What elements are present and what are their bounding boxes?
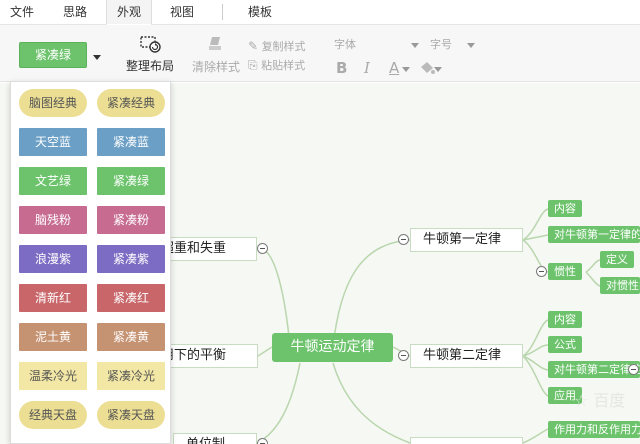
- topic-newton-first-law[interactable]: 牛顿第一定律: [410, 228, 523, 252]
- clear-style-label: 清除样式: [191, 60, 240, 74]
- menu-idea[interactable]: 思路: [52, 0, 98, 25]
- theme-option[interactable]: 紧凑红: [97, 284, 165, 312]
- brush-icon: ✎: [248, 39, 259, 53]
- topic-unit-system[interactable]: 单位制: [173, 433, 257, 444]
- theme-option[interactable]: 泥土黄: [19, 323, 87, 351]
- eraser-icon: [209, 37, 221, 50]
- paste-style-label: 粘贴样式: [261, 59, 306, 72]
- theme-dropdown: 脑图经典 紧凑经典 天空蓝 紧凑蓝 文艺绿 紧凑绿 脑残粉 紧凑粉 浪漫紫 紧凑紫 清新红 紧凑红 泥土…: [10, 81, 171, 444]
- theme-option[interactable]: 温柔冷光: [19, 362, 87, 390]
- theme-option[interactable]: 紧凑天盘: [97, 401, 165, 429]
- font-color-button[interactable]: A: [389, 59, 399, 77]
- theme-button[interactable]: 紧凑绿: [19, 42, 87, 68]
- leaf-content[interactable]: 内容: [548, 311, 582, 328]
- root-topic[interactable]: 牛顿运动定律: [272, 333, 393, 362]
- leaf-understanding[interactable]: 对牛顿第一定律的: [548, 226, 640, 243]
- font-color-chevron-icon[interactable]: [402, 67, 410, 72]
- theme-option[interactable]: 天空蓝: [19, 128, 87, 156]
- bold-button[interactable]: B: [336, 59, 347, 77]
- collapse-toggle-icon[interactable]: [398, 350, 409, 361]
- theme-option[interactable]: 清新红: [19, 284, 87, 312]
- leaf-action-reaction[interactable]: 作用力和反作用力: [548, 421, 640, 438]
- collapse-toggle-icon[interactable]: [257, 438, 268, 444]
- menu-divider: [222, 4, 223, 20]
- leaf-inertia[interactable]: 惯性: [548, 263, 582, 280]
- theme-option[interactable]: 紧凑蓝: [97, 128, 165, 156]
- leaf-content[interactable]: 内容: [548, 200, 582, 217]
- font-size-chevron-icon[interactable]: [467, 43, 475, 48]
- paste-icon: ⎘: [248, 58, 258, 72]
- collapse-toggle-icon[interactable]: [257, 243, 268, 254]
- leaf-inertia-understanding[interactable]: 对惯性的: [600, 277, 640, 294]
- paste-style-button[interactable]: ⎘ 粘贴样式: [248, 57, 305, 73]
- leaf-understanding[interactable]: 对牛顿第二定律的: [548, 361, 640, 378]
- collapse-toggle-icon[interactable]: [536, 266, 547, 277]
- italic-button[interactable]: I: [364, 59, 370, 77]
- menu-file[interactable]: 文件: [0, 0, 44, 25]
- menu-view[interactable]: 视图: [160, 0, 204, 25]
- font-family-chevron-icon[interactable]: [411, 43, 419, 48]
- theme-option[interactable]: 脑残粉: [19, 206, 87, 234]
- organize-layout-label: 整理布局: [125, 59, 174, 73]
- theme-option[interactable]: 脑图经典: [19, 89, 87, 117]
- collapse-toggle-icon[interactable]: [398, 234, 409, 245]
- font-family-select[interactable]: 字体: [334, 36, 356, 52]
- copy-style-button[interactable]: ✎ 复制样式: [248, 38, 306, 54]
- theme-option[interactable]: 浪漫紫: [19, 245, 87, 273]
- layout-icon: [140, 36, 161, 53]
- theme-option[interactable]: 紧凑黄: [97, 323, 165, 351]
- theme-option[interactable]: 紧凑经典: [97, 89, 165, 117]
- fill-color-chevron-icon[interactable]: [434, 67, 442, 72]
- menu-appearance[interactable]: 外观: [106, 0, 152, 26]
- organize-layout-button[interactable]: 整理布局: [122, 33, 178, 74]
- topic-newton-second-law[interactable]: 牛顿第二定律: [410, 344, 523, 368]
- clear-style-button[interactable]: 清除样式: [188, 35, 244, 75]
- theme-option[interactable]: 紧凑绿: [97, 167, 165, 195]
- font-size-select[interactable]: 字号: [430, 36, 452, 52]
- watermark: ☆ 百度: [574, 391, 626, 410]
- theme-option[interactable]: 文艺绿: [19, 167, 87, 195]
- menu-bar: 文件 思路 外观 视图 模板: [0, 0, 640, 26]
- leaf-formula[interactable]: 公式: [548, 336, 582, 353]
- leaf-definition[interactable]: 定义: [600, 251, 634, 268]
- theme-option[interactable]: 紧凑冷光: [97, 362, 165, 390]
- theme-option[interactable]: 紧凑粉: [97, 206, 165, 234]
- theme-option[interactable]: 经典天盘: [19, 401, 87, 429]
- topic-newton-third-law[interactable]: [410, 437, 523, 444]
- copy-style-label: 复制样式: [261, 40, 306, 53]
- chevron-down-icon[interactable]: [93, 55, 101, 60]
- menu-template[interactable]: 模板: [238, 0, 282, 25]
- collapse-toggle-icon[interactable]: [628, 364, 639, 375]
- theme-option[interactable]: 紧凑紫: [97, 245, 165, 273]
- toolbar: 紧凑绿 整理布局 清除样式 ✎ 复制样式 ⎘ 粘贴样式 字体 字号 B I A: [0, 25, 640, 82]
